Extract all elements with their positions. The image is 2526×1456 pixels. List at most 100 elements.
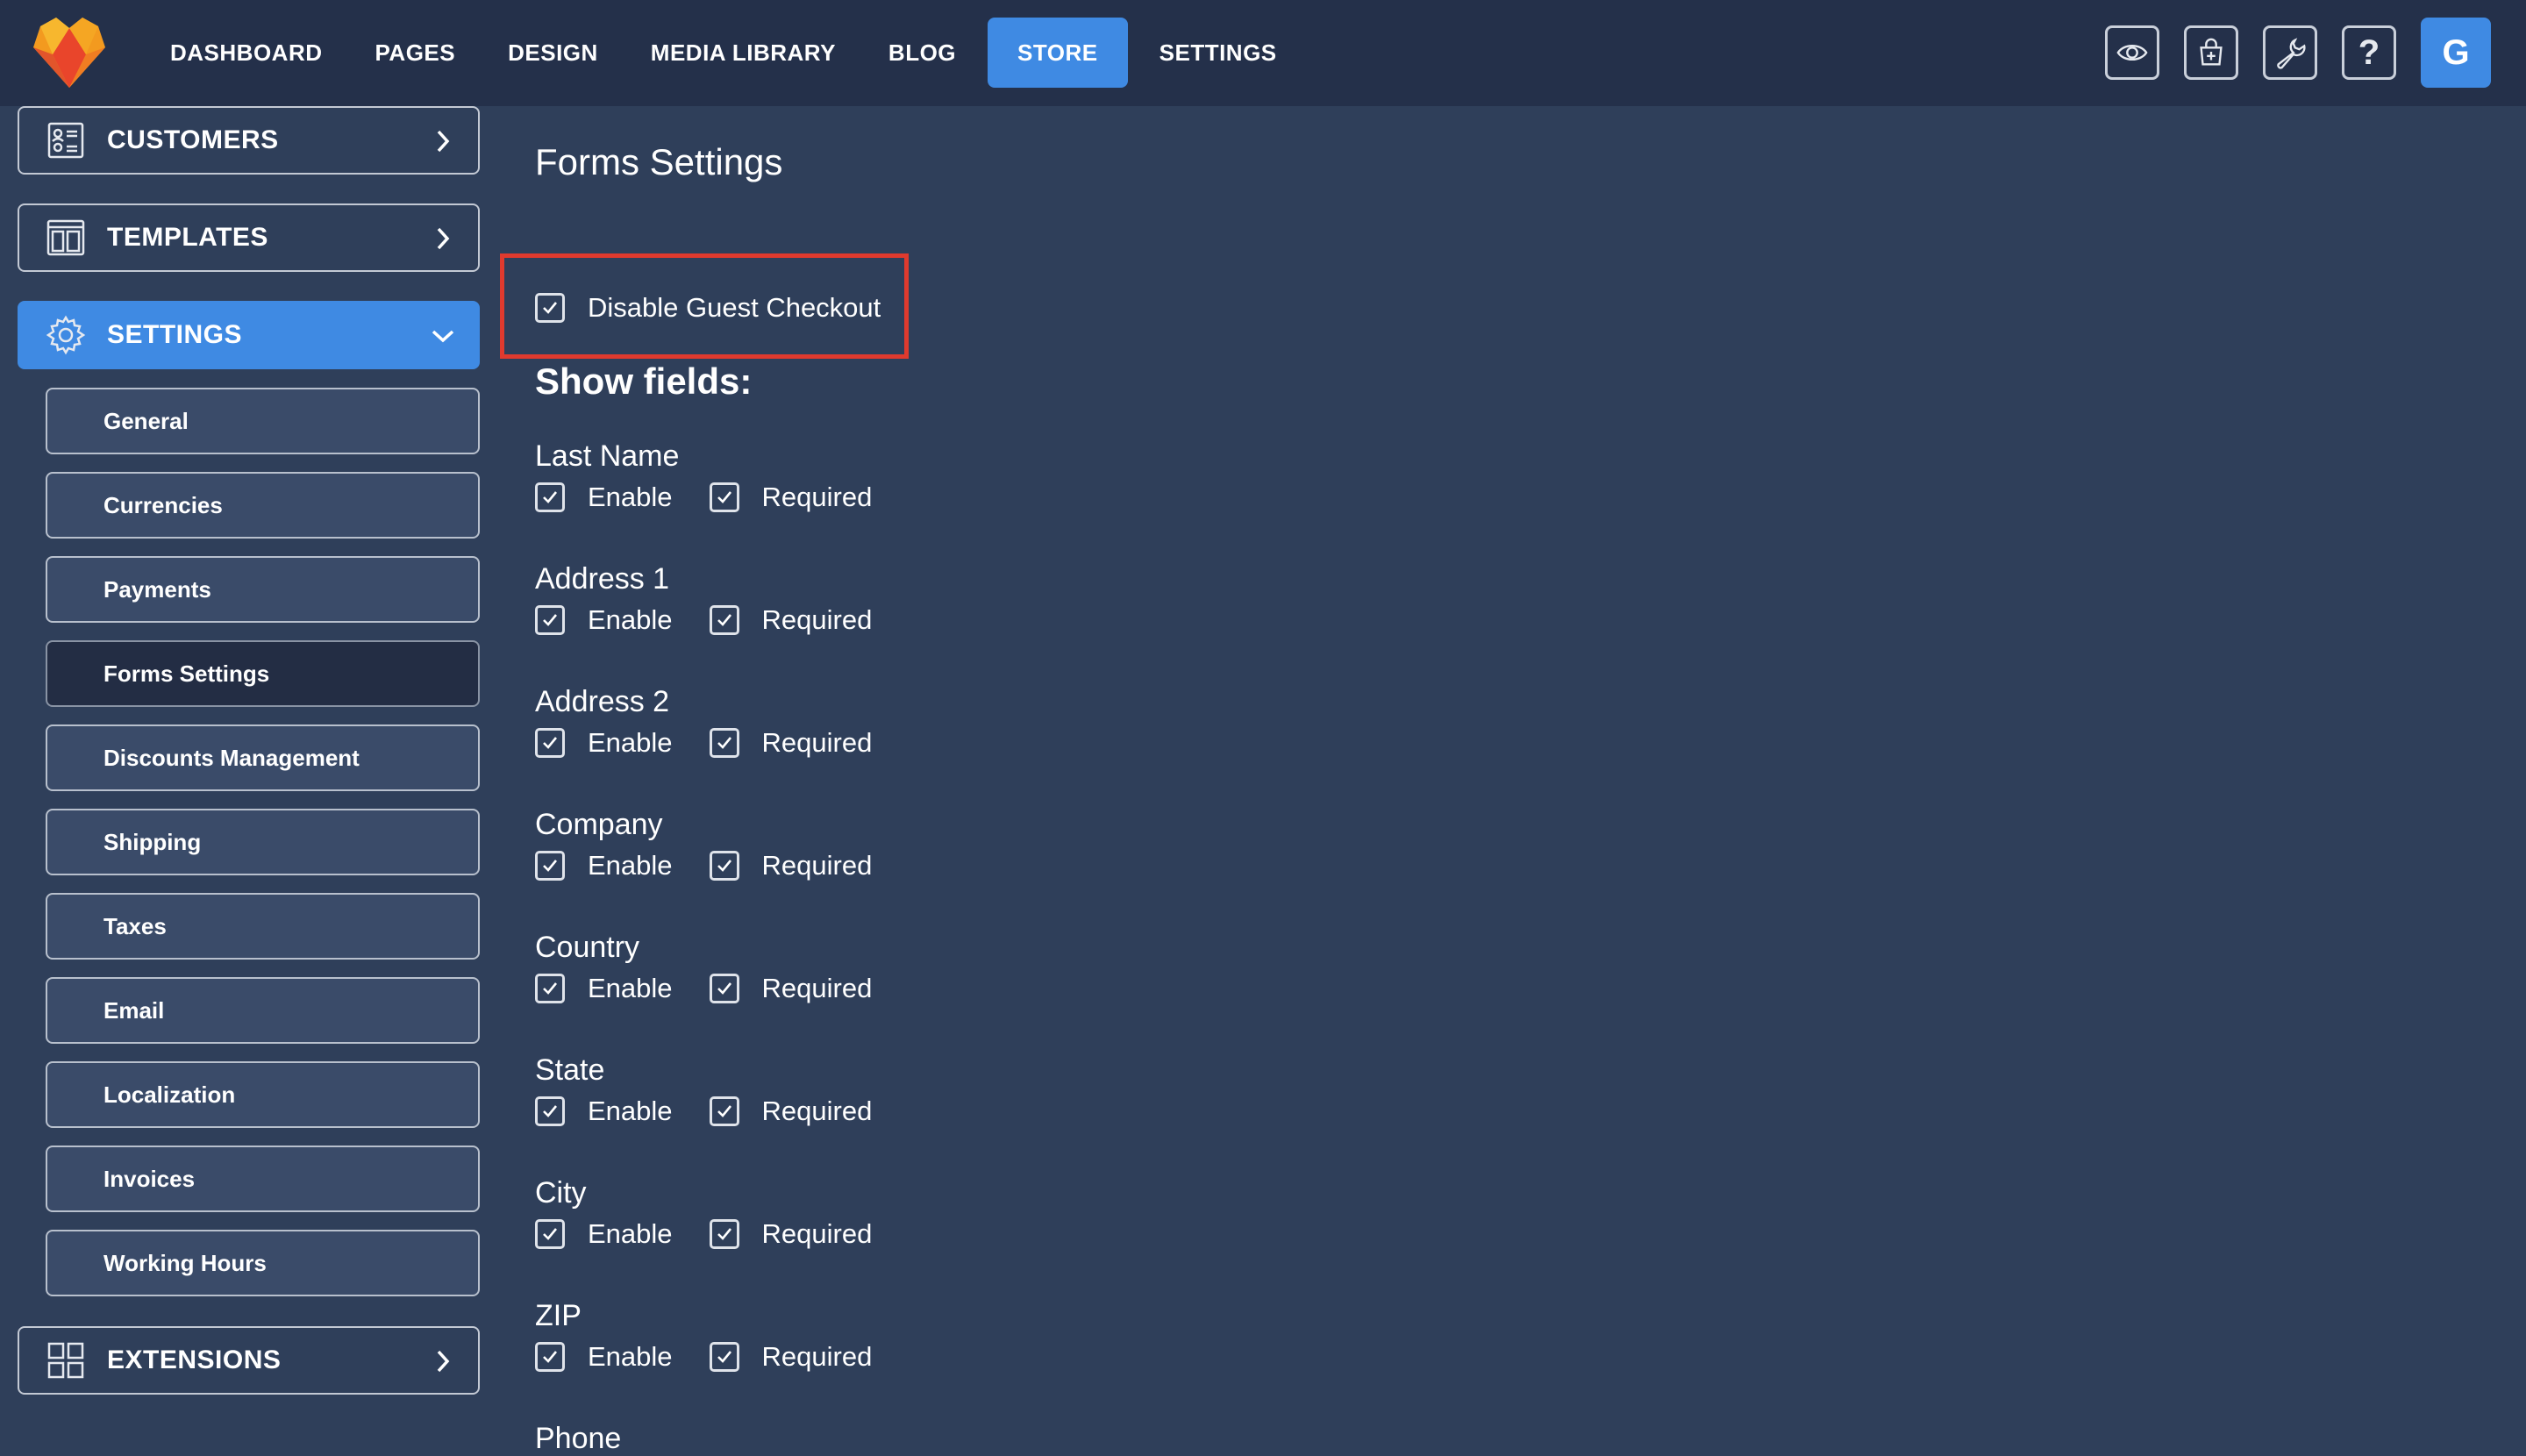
toolbar: ? G xyxy=(2105,18,2526,88)
field-options-country: Enable Required xyxy=(535,973,909,1004)
field-label-state: State xyxy=(535,1053,605,1087)
enable-option: Enable xyxy=(535,1096,673,1127)
checkmark-icon xyxy=(717,1105,731,1117)
required-checkbox[interactable] xyxy=(709,1219,739,1249)
enable-checkbox[interactable] xyxy=(535,1342,565,1372)
checkmark-icon xyxy=(543,1351,558,1363)
sidebar: CUSTOMERS TEMPLATES SETTINGS General Curr… xyxy=(0,106,491,1441)
checkmark-icon xyxy=(543,614,558,626)
enable-checkbox[interactable] xyxy=(535,605,565,635)
sidebar-subitem-working-hours[interactable]: Working Hours xyxy=(46,1230,480,1296)
sidebar-subitem-email[interactable]: Email xyxy=(46,977,480,1044)
field-label-address-2: Address 2 xyxy=(535,685,670,718)
tools-button[interactable] xyxy=(2263,25,2317,80)
guest-checkout-checkbox[interactable] xyxy=(535,293,565,323)
nav-item-design[interactable]: DESIGN xyxy=(487,18,619,88)
enable-label: Enable xyxy=(588,1096,673,1126)
required-checkbox[interactable] xyxy=(709,482,739,512)
sidebar-subitem-shipping[interactable]: Shipping xyxy=(46,809,480,875)
app-logo[interactable] xyxy=(33,18,105,88)
field-label-company: Company xyxy=(535,808,663,841)
required-checkbox[interactable] xyxy=(709,974,739,1003)
chevron-right-icon xyxy=(437,227,450,250)
nav-item-store[interactable]: STORE xyxy=(988,18,1128,88)
nav-item-media-library[interactable]: MEDIA LIBRARY xyxy=(630,18,857,88)
required-label: Required xyxy=(761,850,873,881)
sidebar-subitem-invoices[interactable]: Invoices xyxy=(46,1146,480,1212)
enable-label: Enable xyxy=(588,727,673,758)
enable-label: Enable xyxy=(588,1341,673,1372)
checkmark-icon xyxy=(717,491,731,503)
sidebar-subitem-currencies[interactable]: Currencies xyxy=(46,472,480,539)
sidebar-subitem-general[interactable]: General xyxy=(46,388,480,454)
customers-label: CUSTOMERS xyxy=(107,125,279,154)
eye-icon xyxy=(2116,44,2148,61)
enable-checkbox[interactable] xyxy=(535,851,565,881)
nav-item-dashboard[interactable]: DASHBOARD xyxy=(149,18,344,88)
checkmark-icon xyxy=(543,982,558,995)
sidebar-subitem-forms-settings[interactable]: Forms Settings xyxy=(46,640,480,707)
sidebar-subitem-discounts-management[interactable]: Discounts Management xyxy=(46,724,480,791)
nav-item-blog[interactable]: BLOG xyxy=(867,18,977,88)
field-label-phone: Phone xyxy=(535,1422,622,1455)
templates-icon xyxy=(46,219,85,256)
sidebar-subitem-localization[interactable]: Localization xyxy=(46,1061,480,1128)
wrench-icon xyxy=(2277,38,2306,69)
required-option: Required xyxy=(709,1218,872,1250)
user-avatar[interactable]: G xyxy=(2421,18,2491,88)
enable-label: Enable xyxy=(588,1218,673,1249)
enable-checkbox[interactable] xyxy=(535,1219,565,1249)
field-label-city: City xyxy=(535,1176,587,1210)
required-option: Required xyxy=(709,973,872,1004)
nav-item-pages[interactable]: PAGES xyxy=(354,18,477,88)
field-options-city: Enable Required xyxy=(535,1218,909,1250)
enable-checkbox[interactable] xyxy=(535,482,565,512)
field-options-company: Enable Required xyxy=(535,850,909,881)
enable-checkbox[interactable] xyxy=(535,1096,565,1126)
checkmark-icon xyxy=(717,982,731,995)
sidebar-section-extensions[interactable]: EXTENSIONS xyxy=(18,1326,480,1395)
help-button[interactable]: ? xyxy=(2342,25,2396,80)
sidebar-section-templates[interactable]: TEMPLATES xyxy=(18,203,480,272)
enable-checkbox[interactable] xyxy=(535,728,565,758)
field-options-address-2: Enable Required xyxy=(535,727,909,759)
field-label-zip: ZIP xyxy=(535,1299,582,1332)
required-option: Required xyxy=(709,727,872,759)
sidebar-section-settings[interactable]: SETTINGS xyxy=(18,301,480,369)
required-option: Required xyxy=(709,482,872,513)
required-checkbox[interactable] xyxy=(709,1096,739,1126)
required-checkbox[interactable] xyxy=(709,851,739,881)
required-label: Required xyxy=(761,1096,873,1126)
enable-label: Enable xyxy=(588,973,673,1003)
required-checkbox[interactable] xyxy=(709,1342,739,1372)
nav-item-settings[interactable]: SETTINGS xyxy=(1138,18,1298,88)
required-checkbox[interactable] xyxy=(709,605,739,635)
field-label-country: Country xyxy=(535,931,640,964)
enable-label: Enable xyxy=(588,482,673,512)
templates-label: TEMPLATES xyxy=(107,223,268,252)
gear-icon xyxy=(46,315,86,355)
checkmark-icon xyxy=(717,860,731,872)
chevron-down-icon xyxy=(432,330,454,343)
enable-option: Enable xyxy=(535,1218,673,1250)
enable-checkbox[interactable] xyxy=(535,974,565,1003)
help-icon: ? xyxy=(2358,32,2380,72)
settings-label: SETTINGS xyxy=(107,320,243,349)
sidebar-section-customers[interactable]: CUSTOMERS xyxy=(18,106,480,175)
sidebar-subitem-payments[interactable]: Payments xyxy=(46,556,480,623)
required-checkbox[interactable] xyxy=(709,728,739,758)
field-options-address-1: Enable Required xyxy=(535,604,909,636)
enable-option: Enable xyxy=(535,1341,673,1373)
sidebar-subitem-taxes[interactable]: Taxes xyxy=(46,893,480,960)
checkmark-icon xyxy=(543,860,558,872)
preview-button[interactable] xyxy=(2105,25,2159,80)
extensions-label: EXTENSIONS xyxy=(107,1345,282,1374)
field-options-state: Enable Required xyxy=(535,1096,909,1127)
field-label-last-name: Last Name xyxy=(535,439,680,473)
checkmark-icon xyxy=(717,1228,731,1240)
enable-label: Enable xyxy=(588,850,673,881)
field-options-last-name: Enable Required xyxy=(535,482,909,513)
required-option: Required xyxy=(709,1096,873,1127)
required-option: Required xyxy=(709,850,873,881)
store-cart-button[interactable] xyxy=(2184,25,2238,80)
